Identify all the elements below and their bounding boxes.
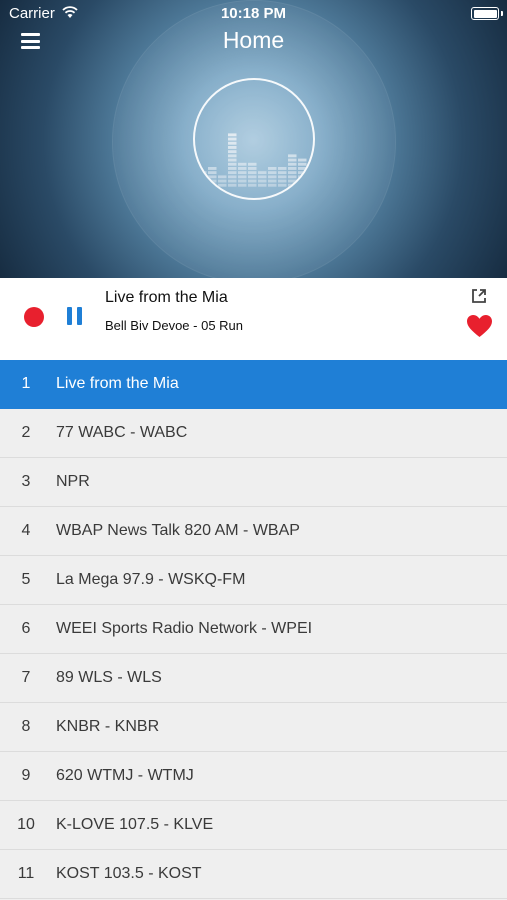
station-name: Live from the Mia	[56, 375, 179, 392]
equalizer-graphic	[198, 133, 313, 187]
station-logo	[193, 78, 315, 200]
station-number: 2	[21, 424, 31, 441]
record-button[interactable]	[24, 307, 44, 327]
station-number: 6	[21, 620, 31, 637]
station-number: 7	[21, 669, 31, 686]
station-name: K-LOVE 107.5 - KLVE	[56, 816, 214, 833]
now-playing-bar: Live from the Mia Bell Biv Devoe - 05 Ru…	[0, 278, 507, 360]
station-row[interactable]: 7 89 WLS - WLS	[0, 654, 507, 703]
station-name: 620 WTMJ - WTMJ	[56, 767, 194, 784]
station-name: NPR	[56, 473, 90, 490]
station-number: 9	[21, 767, 31, 784]
station-row[interactable]: 4 WBAP News Talk 820 AM - WBAP	[0, 507, 507, 556]
station-name: 77 WABC - WABC	[56, 424, 188, 441]
pause-button[interactable]	[67, 307, 83, 325]
station-row[interactable]: 11 KOST 103.5 - KOST	[0, 850, 507, 899]
now-playing-track: Bell Biv Devoe - 05 Run	[105, 318, 244, 333]
heart-icon[interactable]	[466, 314, 493, 338]
station-row[interactable]: 1 Live from the Mia	[0, 360, 507, 409]
station-name: WBAP News Talk 820 AM - WBAP	[56, 522, 300, 539]
station-number: 8	[21, 718, 31, 735]
station-name: La Mega 97.9 - WSKQ-FM	[56, 571, 246, 588]
page-title: Home	[222, 27, 285, 53]
station-name: KNBR - KNBR	[56, 718, 160, 735]
battery-icon	[471, 7, 503, 20]
station-row[interactable]: 5 La Mega 97.9 - WSKQ-FM	[0, 556, 507, 605]
now-playing-station: Live from the Mia	[105, 289, 228, 306]
station-row[interactable]: 6 WEEI Sports Radio Network - WPEI	[0, 605, 507, 654]
station-row[interactable]: 8 KNBR - KNBR	[0, 703, 507, 752]
station-name: WEEI Sports Radio Network - WPEI	[56, 620, 313, 637]
station-name: 89 WLS - WLS	[56, 669, 162, 686]
status-time: 10:18 PM	[220, 5, 287, 22]
hero-header: Carrier 10:18 PM Home	[0, 0, 507, 278]
station-number: 3	[21, 473, 31, 490]
status-bar: Carrier 10:18 PM	[0, 0, 507, 28]
station-row[interactable]: 2 77 WABC - WABC	[0, 409, 507, 458]
station-number: 4	[21, 522, 31, 539]
station-number: 1	[21, 375, 31, 392]
station-number: 11	[17, 865, 35, 882]
share-icon[interactable]	[470, 287, 488, 305]
station-name: KOST 103.5 - KOST	[56, 865, 202, 882]
station-row[interactable]: 10 K-LOVE 107.5 - KLVE	[0, 801, 507, 850]
station-list: 1 Live from the Mia 2 77 WABC - WABC 3 NPR 4 WB…	[0, 360, 507, 899]
station-row[interactable]: 3 NPR	[0, 458, 507, 507]
station-row[interactable]: 9 620 WTMJ - WTMJ	[0, 752, 507, 801]
station-number: 5	[21, 571, 31, 588]
station-number: 10	[17, 816, 35, 833]
